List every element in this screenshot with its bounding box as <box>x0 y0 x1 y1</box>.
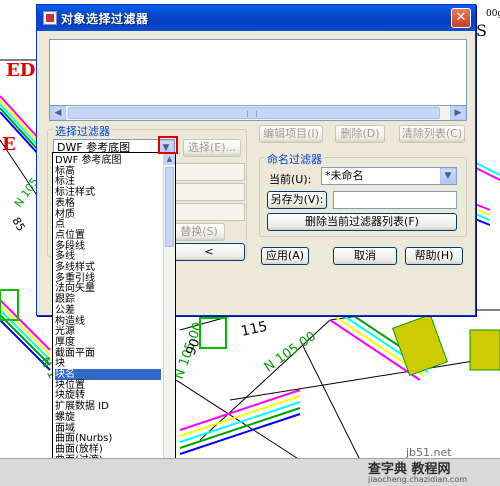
current-filter-value: *未命名 <box>325 169 364 182</box>
chevron-down-icon[interactable]: ▼ <box>440 168 456 184</box>
dropdown-option[interactable]: 材质 <box>55 209 75 220</box>
z-value-field[interactable] <box>173 203 245 221</box>
current-filter-combo[interactable]: *未命名 ▼ <box>321 167 457 185</box>
dropdown-option[interactable]: 扩展数据 ID <box>55 401 109 412</box>
dropdown-option[interactable]: 公差 <box>55 305 75 316</box>
filter-type-dropdown-list[interactable]: DWF 参考底图 标高 标注 标注样式 表格 材质点点位置 多段线 多线 多线样式 多重引线 法向矢… <box>52 152 176 474</box>
dropdown-option[interactable]: 表格 <box>55 198 75 209</box>
delete-current-filter-list-button[interactable]: 删除当前过滤器列表(F) <box>267 213 457 231</box>
dropdown-option[interactable]: 标注样式 <box>55 187 95 198</box>
dropdown-option[interactable]: DWF 参考底图 <box>55 155 122 166</box>
cad-label-e: E <box>2 134 16 155</box>
dropdown-arrow-highlight <box>158 136 178 154</box>
dropdown-option[interactable]: 跟踪 <box>55 294 75 305</box>
scroll-thumb[interactable] <box>165 167 174 247</box>
named-filters-group-label: 命名过滤器 <box>265 151 324 167</box>
save-as-name-field[interactable] <box>333 191 457 209</box>
save-as-button[interactable]: 另存为(V): <box>267 191 327 209</box>
replace-button[interactable]: 替换(S) <box>173 223 225 241</box>
dropdown-option[interactable]: 点位置 <box>55 230 85 241</box>
cad-label-top-right: 00g <box>486 9 500 19</box>
watermark-url: jiaocheng.chazidian.com <box>368 475 468 484</box>
dialog-title: 对象选择过滤器 <box>61 12 149 26</box>
select-filter-group-label: 选择过滤器 <box>53 123 112 139</box>
cad-label-s: S <box>476 21 487 40</box>
dropdown-option[interactable]: 多线样式 <box>55 262 95 273</box>
delete-button[interactable]: 删除(D) <box>335 125 385 143</box>
horizontal-scrollbar[interactable]: ◀ ▶ <box>49 105 467 121</box>
dropdown-option[interactable]: 多线 <box>55 251 75 262</box>
dropdown-option[interactable]: 截面平面 <box>55 348 95 359</box>
dropdown-option[interactable]: 法向矢量 <box>55 283 95 294</box>
edit-item-button[interactable]: 编辑项目(I) <box>259 125 323 143</box>
dropdown-option[interactable]: 曲面(放样) <box>55 444 103 455</box>
dropdown-option[interactable]: 构造线 <box>55 316 85 327</box>
x-value-field[interactable] <box>173 163 245 181</box>
close-button[interactable]: ✕ <box>451 8 471 28</box>
dropdown-option[interactable]: 块 <box>55 358 65 369</box>
dropdown-option[interactable]: 标注 <box>55 176 75 187</box>
dropdown-vertical-scrollbar[interactable]: ▲ <box>163 153 175 473</box>
add-to-list-button[interactable]: < <box>173 243 245 261</box>
scroll-left-icon[interactable]: ◀ <box>50 106 66 120</box>
scroll-thumb[interactable] <box>68 107 440 119</box>
apply-button[interactable]: 应用(A) <box>261 247 309 265</box>
app-icon <box>43 11 57 25</box>
cancel-button[interactable]: 取消 <box>333 247 397 265</box>
title-bar[interactable]: 对象选择过滤器 ✕ <box>37 5 475 31</box>
dropdown-option[interactable]: 块名 <box>55 369 161 380</box>
scroll-up-icon[interactable]: ▲ <box>164 153 175 165</box>
help-button[interactable]: 帮助(H) <box>405 247 463 265</box>
clear-list-button[interactable]: 清除列表(C) <box>399 125 465 143</box>
cad-label-ed: ED <box>6 60 35 81</box>
dropdown-option[interactable]: 多段线 <box>55 241 85 252</box>
y-value-field[interactable] <box>173 183 245 201</box>
current-label: 当前(U): <box>269 173 312 186</box>
scroll-right-icon[interactable]: ▶ <box>450 106 466 120</box>
dropdown-option[interactable]: 螺旋 <box>55 412 75 423</box>
dropdown-option[interactable]: 点 <box>55 219 65 230</box>
dropdown-option[interactable]: 光源 <box>55 326 75 337</box>
dropdown-option[interactable]: 厚度 <box>55 337 75 348</box>
dropdown-option[interactable]: 曲面(Nurbs) <box>55 433 112 444</box>
select-button[interactable]: 选择(E)... <box>183 139 241 157</box>
dropdown-option[interactable]: 面域 <box>55 423 75 434</box>
dropdown-option[interactable]: 块旋转 <box>55 390 85 401</box>
